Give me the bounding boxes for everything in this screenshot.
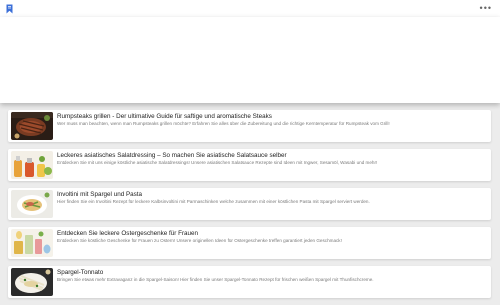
- article-card[interactable]: Spargel-Tonnato Bringen Sie etwas mehr E…: [8, 266, 491, 298]
- article-title[interactable]: Rumpsteaks grillen - Der ultimative Guid…: [57, 113, 485, 121]
- article-title[interactable]: Entdecken Sie leckere Ostergeschenke für…: [57, 230, 485, 238]
- article-card[interactable]: Involtini mit Spargel und Pasta Hier fin…: [8, 188, 491, 220]
- article-card[interactable]: Rumpsteaks grillen - Der ultimative Guid…: [8, 110, 491, 142]
- dressing-image: [11, 151, 53, 179]
- bookmark-icon[interactable]: [4, 3, 14, 14]
- article-card[interactable]: Leckeres asiatisches Salatdressing – So …: [8, 149, 491, 181]
- spargel-tonnato-image: [11, 268, 53, 296]
- article-description: Hier finden Sie ein Involtini Rezept für…: [57, 199, 370, 204]
- article-description: Wer muss man beachten, wenn man Rumpstea…: [57, 121, 390, 126]
- article-description: Entdecken Sie mit uns einige köstliche a…: [57, 160, 378, 165]
- article-title[interactable]: Spargel-Tonnato: [57, 269, 485, 277]
- article-list: Rumpsteaks grillen - Der ultimative Guid…: [8, 110, 491, 305]
- top-bar: •••: [0, 0, 500, 17]
- article-description: Entdecken Sie köstliche Geschenke für Fr…: [57, 238, 342, 243]
- content-preview-panel: [0, 17, 500, 103]
- easter-gifts-image: [11, 229, 53, 257]
- steak-image: [11, 112, 53, 140]
- involtini-image: [11, 190, 53, 218]
- article-description: Bringen Sie etwas mehr Extravaganz in di…: [57, 277, 374, 282]
- article-title[interactable]: Leckeres asiatisches Salatdressing – So …: [57, 152, 485, 160]
- article-card[interactable]: Entdecken Sie leckere Ostergeschenke für…: [8, 227, 491, 259]
- article-title[interactable]: Involtini mit Spargel und Pasta: [57, 191, 485, 199]
- more-options-button[interactable]: •••: [480, 2, 492, 14]
